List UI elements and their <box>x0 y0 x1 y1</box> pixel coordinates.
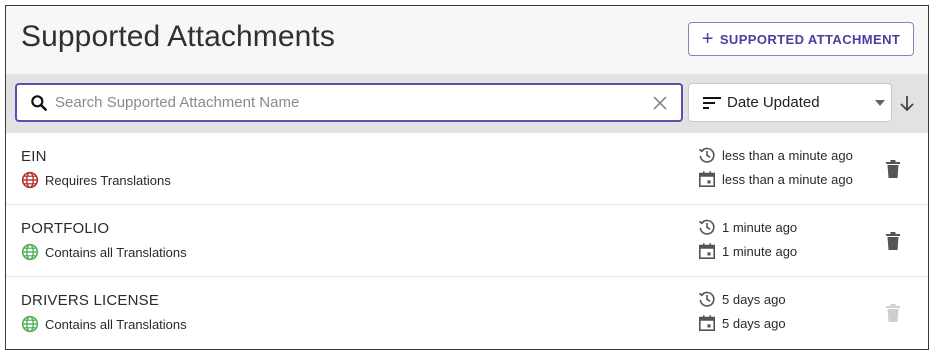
delete-icon[interactable] <box>886 160 900 178</box>
plus-icon: + <box>701 28 714 50</box>
globe-red-icon <box>21 171 39 189</box>
attachment-dates: 5 days ago 5 days ago <box>698 287 786 335</box>
calendar-icon <box>698 243 716 260</box>
delete-icon-disabled <box>886 304 900 322</box>
sort-lines-icon <box>703 96 721 109</box>
translation-status: Contains all Translations <box>21 243 187 261</box>
attachment-name: PORTFOLIO <box>21 220 110 237</box>
globe-green-icon <box>21 243 39 261</box>
updated-time: 5 days ago <box>722 291 786 307</box>
panel-header: Supported Attachments + SUPPORTED ATTACH… <box>6 6 928 74</box>
clear-search-icon[interactable] <box>653 95 667 110</box>
history-icon <box>698 219 715 235</box>
calendar-icon <box>698 171 716 188</box>
search-input[interactable] <box>53 93 653 112</box>
sort-select[interactable]: Date Updated <box>688 83 892 122</box>
history-icon <box>698 291 715 307</box>
attachment-dates: less than a minute ago less than a minut… <box>698 143 853 191</box>
history-icon <box>698 147 715 163</box>
created-time: 1 minute ago <box>722 243 798 259</box>
globe-green-icon <box>21 315 39 333</box>
created-time: less than a minute ago <box>722 171 853 187</box>
translation-status-label: Contains all Translations <box>45 316 187 332</box>
chevron-down-icon <box>875 99 885 106</box>
page-title: Supported Attachments <box>21 20 335 53</box>
updated-time: less than a minute ago <box>722 147 853 163</box>
filter-toolbar: Date Updated <box>6 74 928 133</box>
search-icon <box>31 94 47 111</box>
translation-status-label: Requires Translations <box>45 172 171 188</box>
attachment-name: DRIVERS LICENSE <box>21 292 160 309</box>
add-supported-attachment-button[interactable]: + SUPPORTED ATTACHMENT <box>688 22 914 56</box>
sort-direction-arrow-down-icon[interactable] <box>898 94 916 112</box>
list-item[interactable]: PORTFOLIO Contains all Translations 1 mi… <box>6 205 928 277</box>
created-time: 5 days ago <box>722 315 786 331</box>
attachment-list: EIN Requires Translations less than a mi… <box>6 133 928 349</box>
updated-time: 1 minute ago <box>722 219 798 235</box>
supported-attachments-panel: Supported Attachments + SUPPORTED ATTACH… <box>5 5 929 350</box>
delete-icon[interactable] <box>886 232 900 250</box>
list-item[interactable]: DRIVERS LICENSE Contains all Translation… <box>6 277 928 349</box>
attachment-name: EIN <box>21 148 47 165</box>
list-item[interactable]: EIN Requires Translations less than a mi… <box>6 133 928 205</box>
calendar-icon <box>698 315 716 332</box>
translation-status: Contains all Translations <box>21 315 187 333</box>
translation-status: Requires Translations <box>21 171 171 189</box>
search-field[interactable] <box>15 83 683 122</box>
attachment-dates: 1 minute ago 1 minute ago <box>698 215 797 263</box>
add-button-label: SUPPORTED ATTACHMENT <box>719 31 901 47</box>
translation-status-label: Contains all Translations <box>45 244 187 260</box>
sort-select-value: Date Updated <box>727 94 820 111</box>
